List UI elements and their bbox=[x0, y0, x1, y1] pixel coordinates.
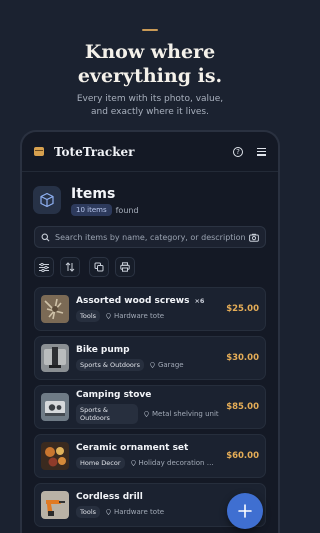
category-tag: Sports & Outdoors bbox=[76, 404, 138, 424]
item-name: Assorted wood screws bbox=[76, 296, 190, 306]
hero-subline: Every item with its photo, value, and ex… bbox=[0, 93, 300, 119]
category-tag: Tools bbox=[76, 506, 101, 518]
items-box-icon bbox=[33, 186, 61, 214]
item-location: Hardware tote bbox=[114, 312, 165, 320]
item-photo bbox=[41, 295, 69, 323]
duplicate-button[interactable] bbox=[89, 257, 109, 277]
app-bar: ToteTracker ? bbox=[22, 132, 278, 172]
location-pin-icon bbox=[106, 313, 111, 319]
found-label: found bbox=[115, 205, 139, 215]
category-tag: Tools bbox=[76, 310, 101, 322]
item-photo bbox=[41, 491, 69, 519]
items-list: Assorted wood screws ×6 Tools Hardware to… bbox=[22, 281, 278, 527]
location-pin-icon bbox=[144, 411, 149, 417]
tote-logo-icon bbox=[34, 147, 44, 156]
sliders-icon bbox=[39, 262, 49, 272]
item-price: $30.00 bbox=[226, 353, 259, 363]
menu-icon[interactable] bbox=[257, 148, 266, 156]
print-button[interactable] bbox=[115, 257, 135, 277]
location-pin-icon bbox=[106, 509, 111, 515]
filter-button[interactable] bbox=[34, 257, 54, 277]
plus-icon bbox=[238, 504, 252, 518]
item-photo bbox=[41, 344, 69, 372]
app-title: ToteTracker bbox=[54, 144, 135, 159]
item-name: Camping stove bbox=[76, 390, 152, 400]
help-icon[interactable]: ? bbox=[233, 146, 243, 157]
toolbar bbox=[22, 248, 278, 281]
sort-icon bbox=[65, 262, 75, 272]
location-pin-icon bbox=[130, 460, 136, 466]
list-item[interactable]: Ceramic ornament set Home Decor Holiday … bbox=[34, 434, 266, 478]
item-name: Cordless drill bbox=[76, 492, 143, 502]
phone-frame: ToteTracker ? Items 10 items found Searc… bbox=[20, 130, 280, 533]
headline-line-2: everything is. bbox=[77, 65, 223, 87]
item-price: $25.00 bbox=[226, 304, 259, 314]
duplicate-icon bbox=[94, 262, 104, 272]
subline-1: Every item with its photo, value, bbox=[76, 94, 224, 104]
item-photo bbox=[41, 442, 69, 470]
search-bar[interactable] bbox=[34, 226, 266, 248]
add-item-button[interactable] bbox=[227, 493, 263, 529]
item-location: Metal shelving unit bbox=[152, 410, 219, 418]
search-icon bbox=[41, 233, 50, 241]
category-tag: Sports & Outdoors bbox=[76, 359, 144, 371]
item-price: $60.00 bbox=[226, 451, 259, 461]
list-item[interactable]: Bike pump Sports & Outdoors Garage $30.0… bbox=[34, 336, 266, 380]
camera-icon[interactable] bbox=[249, 233, 259, 242]
list-item[interactable]: Assorted wood screws ×6 Tools Hardware to… bbox=[34, 287, 266, 331]
item-name: Ceramic ornament set bbox=[76, 443, 189, 453]
hero-headline: Know where everything is. bbox=[0, 40, 300, 88]
sort-button[interactable] bbox=[60, 257, 80, 277]
items-count-badge: 10 items bbox=[71, 204, 112, 216]
accent-dash bbox=[142, 29, 158, 31]
headline-line-1: Know where bbox=[84, 41, 216, 63]
category-tag: Home Decor bbox=[76, 457, 125, 469]
items-header: Items 10 items found bbox=[22, 172, 278, 218]
subline-2: and exactly where it lives. bbox=[91, 107, 209, 117]
location-pin-icon bbox=[150, 362, 155, 368]
item-location: Garage bbox=[157, 361, 184, 369]
item-name: Bike pump bbox=[76, 345, 130, 355]
page-title: Items bbox=[71, 186, 116, 202]
item-photo bbox=[41, 393, 69, 421]
item-price: $85.00 bbox=[226, 402, 259, 412]
search-input[interactable] bbox=[55, 232, 249, 242]
item-location: Hardware tote bbox=[114, 508, 165, 516]
item-location: Holiday decoration bin bbox=[138, 459, 217, 467]
print-icon bbox=[120, 262, 130, 272]
list-item[interactable]: Camping stove Sports & Outdoors Metal sh… bbox=[34, 385, 266, 429]
item-quantity: ×6 bbox=[194, 297, 205, 305]
